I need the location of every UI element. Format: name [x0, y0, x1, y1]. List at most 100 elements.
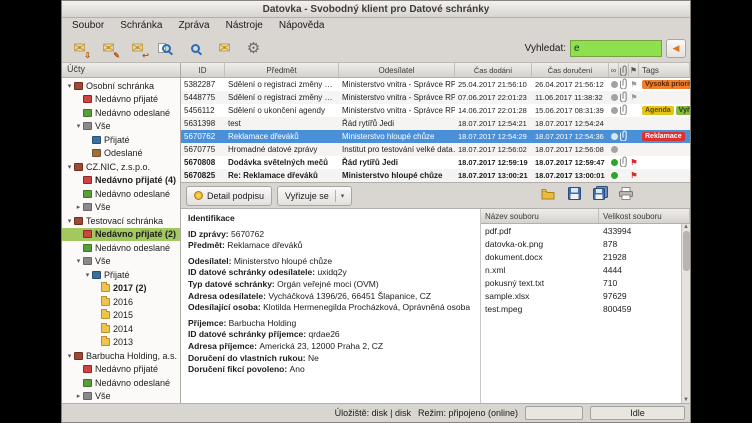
attachment-file-size: 710: [599, 278, 621, 288]
tree-item-account-testovaci[interactable]: ▾Testovací schránka: [62, 214, 180, 228]
signature-detail-button[interactable]: Detail podpisu: [186, 186, 272, 206]
expander-icon[interactable]: ▾: [65, 163, 74, 171]
expander-icon[interactable]: ▾: [65, 352, 74, 360]
tree-item-osobni-vse-odeslane[interactable]: Odeslané: [62, 147, 180, 161]
expander-icon[interactable]: ▾: [65, 217, 74, 225]
search-input[interactable]: [570, 40, 662, 57]
column-header-attachment[interactable]: [619, 63, 629, 77]
tree-item-account-barbucha[interactable]: ▾Barbucha Holding, a.s.: [62, 349, 180, 363]
sync-all-accounts-button[interactable]: ✉⇩: [66, 37, 93, 61]
menu-item-nastroje[interactable]: Nástroje: [218, 18, 271, 35]
icon-cell: ⚑: [629, 169, 639, 182]
column-header-sender[interactable]: Odesílatel: [339, 63, 455, 77]
received-icon: [92, 136, 101, 144]
detail-line: Adresa odesílatele: Vycháčková 1396/26, …: [188, 291, 473, 303]
column-header-subject[interactable]: Předmět: [225, 63, 339, 77]
column-header-file-name[interactable]: Název souboru: [481, 209, 599, 223]
column-header-read-status[interactable]: ∞: [609, 63, 619, 77]
print-attachment-button[interactable]: [615, 186, 637, 206]
find-databox-button[interactable]: [182, 37, 209, 61]
tree-item-testovaci-2014[interactable]: 2014: [62, 322, 180, 336]
message-row[interactable]: 5448775Sdělení o registraci změny …Minis…: [181, 91, 690, 104]
message-sender: Řád rytířů Jedi: [339, 156, 455, 169]
tree-item-account-cznic[interactable]: ▾CZ.NIC, z.s.p.o.: [62, 160, 180, 174]
tree-item-account-osobni[interactable]: ▾Osobní schránka: [62, 79, 180, 93]
clear-search-button[interactable]: ◀: [666, 39, 686, 58]
expander-icon[interactable]: ▾: [65, 82, 74, 90]
tree-item-testovaci-nedavno-odeslane[interactable]: Nedávno odeslané: [62, 241, 180, 255]
attachment-row[interactable]: pdf.pdf433994: [481, 224, 681, 237]
menu-item-napoveda[interactable]: Nápověda: [271, 18, 333, 35]
column-header-tags[interactable]: Tags: [639, 63, 690, 77]
view-message-button[interactable]: ✉: [211, 37, 238, 61]
message-row[interactable]: 5670825Re: Reklamace dřevákůMinisterstvo…: [181, 169, 690, 182]
acceptance-time: 18.07.2017 12:54:36: [532, 130, 609, 143]
attachments-scrollbar[interactable]: ▲ ▼: [681, 224, 690, 403]
tree-item-barbucha-nedavno-prijate[interactable]: Nedávno přijaté: [62, 363, 180, 377]
column-header-file-size[interactable]: Velikost souboru: [599, 209, 690, 223]
tree-item-label: Nedávno přijaté (2): [95, 229, 176, 239]
message-row[interactable]: 5670762Reklamace dřevákůMinisterstvo hlo…: [181, 130, 690, 143]
inbox-icon: [83, 230, 92, 238]
tree-item-testovaci-2016[interactable]: 2016: [62, 295, 180, 309]
create-message-button[interactable]: ✉✎: [95, 37, 122, 61]
attachment-row[interactable]: dokument.docx21928: [481, 250, 681, 263]
icon-cell: [619, 169, 629, 182]
icon-cell: [609, 117, 619, 130]
attachment-row[interactable]: pokusný text.txt710: [481, 276, 681, 289]
tree-item-cznic-vse[interactable]: ▸Vše: [62, 201, 180, 215]
tree-item-testovaci-vse-prijate[interactable]: ▾Přijaté: [62, 268, 180, 282]
message-row[interactable]: 5382287Sdělení o registraci změny …Minis…: [181, 78, 690, 91]
detail-label: Doručení fikcí povoleno:: [188, 364, 290, 374]
tree-item-testovaci-2013[interactable]: 2013: [62, 336, 180, 350]
reply-button[interactable]: ✉↩: [124, 37, 151, 61]
tree-item-testovaci-vse[interactable]: ▾Vše: [62, 255, 180, 269]
attachment-row[interactable]: datovka-ok.png878: [481, 237, 681, 250]
tree-item-barbucha-vse[interactable]: ▸Vše: [62, 390, 180, 404]
column-header-delivery-time[interactable]: Čas dodání: [455, 63, 532, 77]
title-bar[interactable]: Datovka - Svobodný klient pro Datové sch…: [62, 1, 690, 18]
expander-icon[interactable]: ▸: [74, 203, 83, 211]
attachment-row[interactable]: n.xml4444: [481, 263, 681, 276]
tree-item-testovaci-2015[interactable]: 2015: [62, 309, 180, 323]
expander-icon[interactable]: ▾: [74, 257, 83, 265]
message-row[interactable]: 5456112Sdělení o ukončení agendyMinister…: [181, 104, 690, 117]
message-state-dropdown[interactable]: Vyřizuje se ▾: [277, 186, 352, 206]
reply-overlay-icon: ↩: [142, 51, 149, 60]
message-row[interactable]: 5631398testŘád rytířů Jedi18.07.2017 12:…: [181, 117, 690, 130]
message-row[interactable]: 5670808Dodávka světelných mečůŘád rytířů…: [181, 156, 690, 169]
detail-line: ID zprávy: 5670762: [188, 229, 473, 241]
attachment-row[interactable]: sample.xlsx97629: [481, 289, 681, 302]
scrollbar-thumb[interactable]: [683, 231, 690, 271]
expander-icon[interactable]: ▾: [74, 122, 83, 130]
scroll-up-icon[interactable]: ▲: [683, 224, 689, 230]
save-attachment-button[interactable]: [563, 186, 585, 206]
column-header-flag[interactable]: ⚑: [629, 63, 639, 77]
tree-item-testovaci-nedavno-prijate[interactable]: Nedávno přijaté (2): [62, 228, 180, 242]
tree-item-osobni-vse[interactable]: ▾Vše: [62, 120, 180, 134]
open-attachment-button[interactable]: [537, 186, 559, 206]
message-row[interactable]: 5670775Hromadné datové zprávyInstitut pr…: [181, 143, 690, 156]
tree-item-testovaci-2017[interactable]: 2017 (2): [62, 282, 180, 296]
attachment-file-name: datovka-ok.png: [481, 239, 599, 249]
verify-message-button[interactable]: [153, 37, 180, 61]
attachment-row[interactable]: test.mpeg800459: [481, 302, 681, 315]
settings-button[interactable]: ⚙: [240, 37, 267, 61]
column-header-id[interactable]: ID: [181, 63, 225, 77]
detail-label: Příjemce:: [188, 318, 229, 328]
tree-item-osobni-vse-prijate[interactable]: Přijaté: [62, 133, 180, 147]
accounts-panel-header: Účty: [62, 63, 180, 78]
tree-item-label: 2014: [113, 324, 133, 334]
tree-item-osobni-nedavno-odeslane[interactable]: Nedávno odeslané: [62, 106, 180, 120]
tree-item-cznic-nedavno-odeslane[interactable]: Nedávno odeslané: [62, 187, 180, 201]
column-header-acceptance-time[interactable]: Čas doručení: [532, 63, 609, 77]
menu-item-soubor[interactable]: Soubor: [64, 18, 112, 35]
menu-item-zprava[interactable]: Zpráva: [171, 18, 218, 35]
tree-item-cznic-nedavno-prijate[interactable]: Nedávno přijaté (4): [62, 174, 180, 188]
tree-item-barbucha-nedavno-odeslane[interactable]: Nedávno odeslané: [62, 376, 180, 390]
tree-item-osobni-nedavno-prijate[interactable]: Nedávno přijaté: [62, 93, 180, 107]
expander-icon[interactable]: ▾: [83, 271, 92, 279]
save-all-attachments-button[interactable]: [589, 186, 611, 206]
menu-item-schranka[interactable]: Schránka: [112, 18, 170, 35]
expander-icon[interactable]: ▸: [74, 392, 83, 400]
